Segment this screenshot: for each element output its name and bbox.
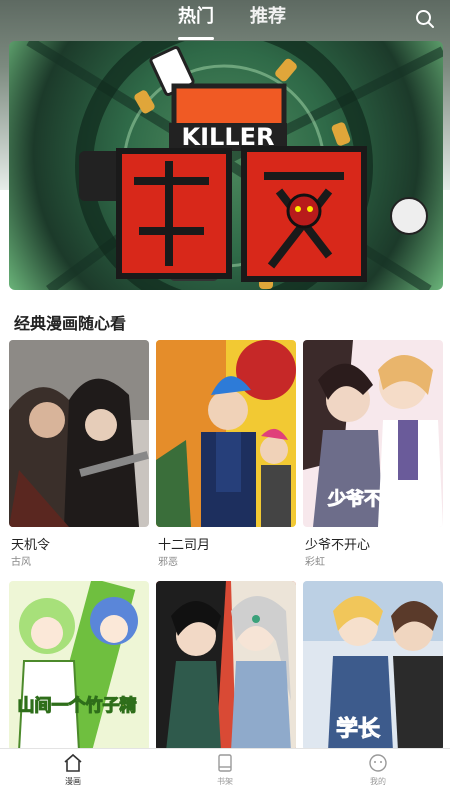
comic-cover[interactable]: 山间一个竹子精 [9,581,149,751]
comic-cover[interactable] [9,340,149,527]
bottom-navigation: 漫画 书架 我的 [0,748,450,790]
tab-recommend[interactable]: 推荐 [250,6,286,34]
cover-title-text: 少爷不开心 [327,488,418,510]
nav-label: 漫画 [65,777,81,786]
nav-profile[interactable]: 我的 [348,753,408,787]
comic-tag: 彩虹 [305,557,325,568]
search-icon[interactable] [414,8,436,30]
nav-label: 我的 [370,777,386,786]
comic-card[interactable]: 少爷不开心 少爷不开心 彩虹 [303,340,443,568]
comic-card[interactable]: 十二司月 邪恶 [156,340,296,568]
nav-comics[interactable]: 漫画 [43,753,103,787]
comic-card[interactable]: 山间一个竹子精 [9,581,149,751]
comic-card[interactable] [156,581,296,751]
comic-cover[interactable] [156,581,296,751]
comic-tag: 邪恶 [158,557,178,568]
comic-title[interactable]: 十二司月 [158,534,210,553]
cover-title-text: 山间一个竹子精 [18,695,137,716]
comic-tag: 古风 [11,557,31,568]
section-title: 经典漫画随心看 [14,314,127,333]
profile-icon [369,754,387,772]
comic-card[interactable]: 学长 [303,581,443,751]
nav-bookshelf[interactable]: 书架 [195,753,255,787]
home-icon [64,753,82,772]
comic-title[interactable]: 少爷不开心 [305,534,370,553]
tab-hot[interactable]: 热门 [178,6,214,40]
comic-cover[interactable] [156,340,296,527]
banner-artwork: KILLER [26,41,443,290]
bookshelf-icon [218,754,232,772]
comic-title[interactable]: 天机令 [11,534,50,553]
top-header: 热门 推荐 [0,0,450,40]
featured-banner[interactable]: KILLER [9,41,443,290]
comic-card[interactable]: 天机令 古风 [9,340,149,568]
comic-cover[interactable]: 学长 [303,581,443,751]
nav-label: 书架 [217,777,233,786]
cover-title-text: 学长 [336,716,381,742]
comic-cover[interactable]: 少爷不开心 [303,340,443,527]
